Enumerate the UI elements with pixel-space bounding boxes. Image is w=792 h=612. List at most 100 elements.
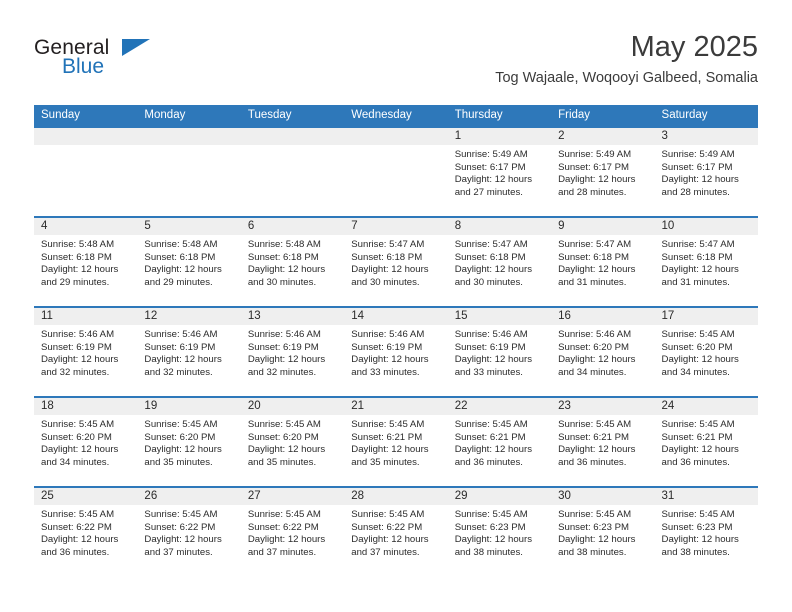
calendar-day-cell[interactable]: 13 Sunrise: 5:46 AM Sunset: 6:19 PM Dayligh… [240,306,345,397]
sunrise-text: Sunrise: 5:45 AM [41,419,115,430]
calendar-day-cell-empty [240,126,345,217]
day-cell-inner: 24 Sunrise: 5:45 AM Sunset: 6:21 PM Dayligh… [654,398,758,486]
sunrise-sunset-calendar-table: Sunday Monday Tuesday Wednesday Thursday… [34,105,758,576]
calendar-day-cell[interactable]: 12 Sunrise: 5:46 AM Sunset: 6:19 PM Dayligh… [137,306,241,397]
day-cell-inner: 29 Sunrise: 5:45 AM Sunset: 6:23 PM Dayligh… [447,488,552,576]
sunrise-text: Sunrise: 5:45 AM [661,419,735,430]
day-cell-details: Sunrise: 5:47 AM Sunset: 6:18 PM Daylight:… [655,235,758,289]
location-subtitle: Tog Wajaale, Woqooyi Galbeed, Somalia [495,70,758,86]
calendar-day-cell[interactable]: 4 Sunrise: 5:48 AM Sunset: 6:18 PM Daylight… [34,216,138,307]
sunrise-text: Sunrise: 5:48 AM [247,239,321,250]
calendar-day-cell[interactable]: 9 Sunrise: 5:47 AM Sunset: 6:18 PM Daylight… [551,216,655,307]
calendar-day-cell[interactable]: 31 Sunrise: 5:45 AM Sunset: 6:23 PM Dayligh… [654,486,758,576]
calendar-week-row: 18 Sunrise: 5:45 AM Sunset: 6:20 PM Dayligh… [34,396,758,487]
calendar-day-cell[interactable]: 14 Sunrise: 5:46 AM Sunset: 6:19 PM Dayligh… [344,306,448,397]
sunrise-text: Sunrise: 5:45 AM [661,329,735,340]
daylight-text-line1: Daylight: 12 hours [558,264,636,276]
calendar-day-cell[interactable]: 30 Sunrise: 5:45 AM Sunset: 6:23 PM Dayligh… [551,486,655,576]
day-number: 25 [34,488,138,505]
day-cell-inner: 15 Sunrise: 5:46 AM Sunset: 6:19 PM Dayligh… [447,308,552,396]
calendar-day-cell[interactable]: 27 Sunrise: 5:45 AM Sunset: 6:22 PM Dayligh… [240,486,345,576]
sunrise-text: Sunrise: 5:46 AM [558,329,632,340]
sunrise-text: Sunrise: 5:45 AM [41,509,115,520]
calendar-day-cell[interactable]: 22 Sunrise: 5:45 AM Sunset: 6:21 PM Dayligh… [447,396,552,487]
calendar-day-cell[interactable]: 1 Sunrise: 5:49 AM Sunset: 6:17 PM Daylight… [447,126,552,217]
daylight-text-line1: Daylight: 12 hours [144,534,222,546]
calendar-day-cell[interactable]: 2 Sunrise: 5:49 AM Sunset: 6:17 PM Daylight… [551,126,655,217]
daylight-text-line1: Daylight: 12 hours [247,354,326,366]
sunset-text: Sunset: 6:21 PM [661,431,733,443]
day-cell-details: Sunrise: 5:47 AM Sunset: 6:18 PM Daylight:… [344,235,447,289]
calendar-day-cell[interactable]: 10 Sunrise: 5:47 AM Sunset: 6:18 PM Dayligh… [654,216,758,307]
day-cell-details: Sunrise: 5:45 AM Sunset: 6:21 PM Daylight:… [344,415,447,469]
daylight-text-line2: and 30 minutes. [351,276,420,288]
daylight-text-line1: Daylight: 12 hours [454,264,533,276]
calendar-day-cell[interactable]: 28 Sunrise: 5:45 AM Sunset: 6:22 PM Dayligh… [344,486,448,576]
sunset-text: Sunset: 6:17 PM [661,161,733,173]
calendar-day-cell[interactable]: 6 Sunrise: 5:48 AM Sunset: 6:18 PM Daylight… [240,216,345,307]
daylight-text-line1: Daylight: 12 hours [558,354,636,366]
daylight-text-line1: Daylight: 12 hours [454,174,533,186]
day-cell-details: Sunrise: 5:45 AM Sunset: 6:20 PM Daylight:… [34,415,137,469]
day-cell-inner [240,128,345,216]
calendar-day-cell[interactable]: 16 Sunrise: 5:46 AM Sunset: 6:20 PM Dayligh… [551,306,655,397]
calendar-day-cell[interactable]: 26 Sunrise: 5:45 AM Sunset: 6:22 PM Dayligh… [137,486,241,576]
calendar-day-cell[interactable]: 18 Sunrise: 5:45 AM Sunset: 6:20 PM Dayligh… [34,396,138,487]
page-header: General Blue May 2025 Tog Wajaale, Woqoo… [34,30,758,98]
sunset-text: Sunset: 6:21 PM [558,431,630,443]
daylight-text-line1: Daylight: 12 hours [351,444,429,456]
day-cell-inner: 31 Sunrise: 5:45 AM Sunset: 6:23 PM Dayligh… [654,488,758,576]
daylight-text-line1: Daylight: 12 hours [454,444,533,456]
calendar-day-cell[interactable]: 29 Sunrise: 5:45 AM Sunset: 6:23 PM Dayligh… [447,486,552,576]
daylight-text-line1: Daylight: 12 hours [247,264,326,276]
calendar-day-cell[interactable]: 17 Sunrise: 5:45 AM Sunset: 6:20 PM Dayligh… [654,306,758,397]
calendar-day-cell[interactable]: 7 Sunrise: 5:47 AM Sunset: 6:18 PM Daylight… [344,216,448,307]
daylight-text-line1: Daylight: 12 hours [351,264,429,276]
calendar-day-cell[interactable]: 19 Sunrise: 5:45 AM Sunset: 6:20 PM Dayligh… [137,396,241,487]
calendar-day-cell[interactable]: 20 Sunrise: 5:45 AM Sunset: 6:20 PM Dayligh… [240,396,345,487]
day-cell-inner: 17 Sunrise: 5:45 AM Sunset: 6:20 PM Dayligh… [654,308,758,396]
sunrise-text: Sunrise: 5:47 AM [661,239,735,250]
day-number: 7 [344,218,448,235]
sunrise-text: Sunrise: 5:49 AM [558,149,632,160]
daylight-text-line1: Daylight: 12 hours [144,264,222,276]
day-number [344,128,448,145]
sunrise-text: Sunrise: 5:49 AM [661,149,735,160]
daylight-text-line2: and 37 minutes. [247,546,317,558]
calendar-day-cell-empty [34,126,138,217]
daylight-text-line2: and 34 minutes. [558,366,627,378]
calendar-day-cell[interactable]: 5 Sunrise: 5:48 AM Sunset: 6:18 PM Daylight… [137,216,241,307]
day-cell-inner: 7 Sunrise: 5:47 AM Sunset: 6:18 PM Daylight… [344,218,448,306]
sunrise-text: Sunrise: 5:48 AM [144,239,218,250]
weekday-header-tuesday: Tuesday [240,105,345,127]
calendar-day-cell[interactable]: 24 Sunrise: 5:45 AM Sunset: 6:21 PM Dayligh… [654,396,758,487]
sunrise-text: Sunrise: 5:45 AM [247,509,321,520]
sunrise-text: Sunrise: 5:45 AM [144,419,218,430]
sunrise-text: Sunrise: 5:45 AM [558,509,632,520]
calendar-day-cell[interactable]: 8 Sunrise: 5:47 AM Sunset: 6:18 PM Daylight… [447,216,552,307]
weekday-header-friday: Friday [551,105,655,127]
calendar-page: General Blue May 2025 Tog Wajaale, Woqoo… [0,0,792,612]
calendar-day-cell[interactable]: 15 Sunrise: 5:46 AM Sunset: 6:19 PM Dayligh… [447,306,552,397]
daylight-text-line1: Daylight: 12 hours [661,264,739,276]
day-cell-inner [137,128,241,216]
calendar-day-cell[interactable]: 23 Sunrise: 5:45 AM Sunset: 6:21 PM Dayligh… [551,396,655,487]
calendar-day-cell[interactable]: 21 Sunrise: 5:45 AM Sunset: 6:21 PM Dayligh… [344,396,448,487]
day-number: 12 [137,308,241,325]
sunset-text: Sunset: 6:18 PM [661,251,733,263]
calendar-day-cell[interactable]: 3 Sunrise: 5:49 AM Sunset: 6:17 PM Daylight… [654,126,758,217]
day-cell-inner: 11 Sunrise: 5:46 AM Sunset: 6:19 PM Dayligh… [34,308,138,396]
day-cell-inner: 13 Sunrise: 5:46 AM Sunset: 6:19 PM Dayligh… [240,308,345,396]
calendar-day-cell[interactable]: 11 Sunrise: 5:46 AM Sunset: 6:19 PM Dayligh… [34,306,138,397]
day-cell-inner: 27 Sunrise: 5:45 AM Sunset: 6:22 PM Dayligh… [240,488,345,576]
daylight-text-line2: and 34 minutes. [661,366,730,378]
triangle-icon [122,39,150,56]
daylight-text-line1: Daylight: 12 hours [351,354,429,366]
title-block: May 2025 Tog Wajaale, Woqooyi Galbeed, S… [495,30,758,87]
sunset-text: Sunset: 6:23 PM [454,521,526,533]
calendar-day-cell[interactable]: 25 Sunrise: 5:45 AM Sunset: 6:22 PM Dayligh… [34,486,138,576]
day-number: 15 [447,308,552,325]
daylight-text-line2: and 28 minutes. [558,186,627,198]
day-cell-inner: 14 Sunrise: 5:46 AM Sunset: 6:19 PM Dayligh… [344,308,448,396]
daylight-text-line2: and 35 minutes. [144,456,213,468]
